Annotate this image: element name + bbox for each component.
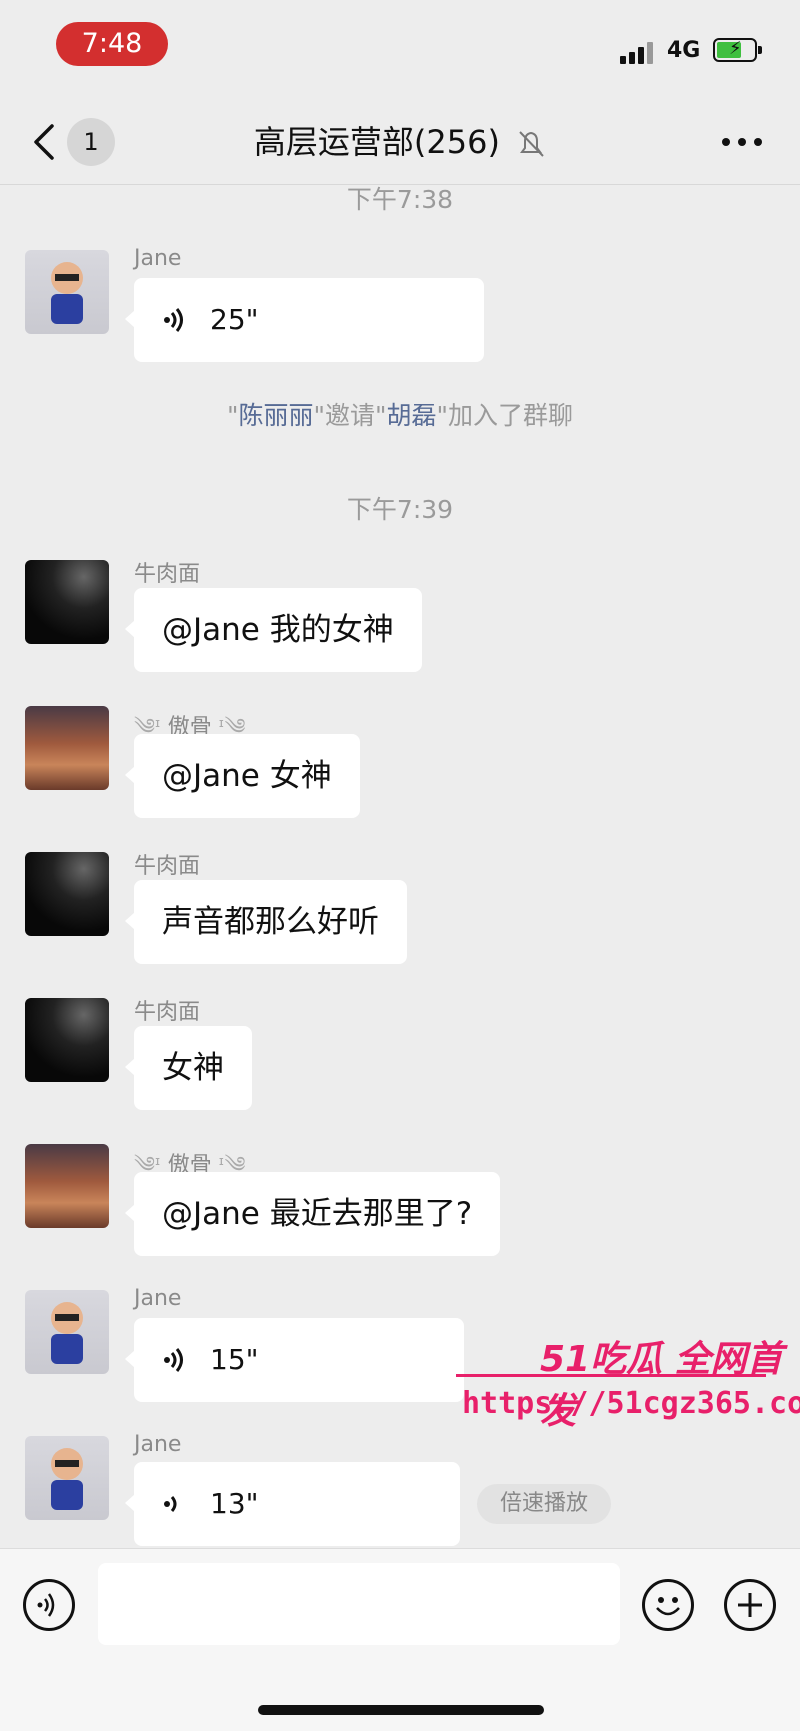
sender-name: 牛肉面 [134,562,201,587]
voice-duration: 25" [210,303,259,336]
text-message[interactable]: @Jane 我的女神 [125,588,422,672]
speed-play-button[interactable]: 倍速播放 [477,1484,611,1524]
avatar-aogu[interactable] [25,1144,109,1228]
voice-wave-icon [164,308,183,332]
text-message[interactable]: 声音都那么好听 [125,880,407,964]
avatar-jane[interactable] [25,1436,109,1520]
system-message: "陈丽丽"邀请"胡磊"加入了群聊 [226,401,574,430]
emoji-icon[interactable] [642,1579,694,1631]
message-input[interactable] [98,1563,620,1645]
more-menu-icon[interactable] [722,138,762,146]
timestamp: 下午7:38 [346,185,454,214]
text-message[interactable]: @Jane 最近去那里了? [124,1172,501,1256]
mute-bell-icon [519,131,544,157]
signal-icon [620,40,654,64]
sender-name: Jane [134,246,182,271]
input-bar [0,1548,800,1731]
watermark-url: https://51cgz365.com [462,1386,800,1421]
avatar-niuroumian[interactable] [25,998,109,1082]
inviter-name[interactable]: 陈丽丽 [238,401,313,430]
voice-wave-icon [164,1348,183,1372]
home-indicator [258,1705,544,1715]
group-name: 高层运营部(256) [253,123,500,161]
text-message[interactable]: @Jane 女神 [125,734,360,818]
text-message[interactable]: 女神 [125,1026,252,1110]
voice-message[interactable]: 25" [125,278,484,362]
sender-name: Jane [134,1286,182,1311]
voice-input-icon[interactable] [23,1579,75,1631]
avatar-jane[interactable] [25,1290,109,1374]
status-bar: 7:48 4G ⚡ [0,0,800,90]
timestamp: 下午7:39 [346,495,454,524]
avatar-jane[interactable] [25,250,109,334]
invitee-name[interactable]: 胡磊 [387,401,437,430]
plus-icon[interactable] [724,1579,776,1631]
voice-message[interactable]: 15" [125,1318,464,1402]
voice-wave-icon [164,1496,177,1512]
avatar-niuroumian[interactable] [25,852,109,936]
status-time: 7:48 [56,22,168,66]
voice-duration: 15" [210,1343,259,1376]
avatar-aogu[interactable] [25,706,109,790]
page-title: 高层运营部(256) [0,118,800,166]
sender-name: 牛肉面 [134,1000,201,1025]
sender-name: 牛肉面 [134,854,201,879]
avatar-niuroumian[interactable] [25,560,109,644]
network-type: 4G [667,38,701,63]
voice-duration: 13" [210,1487,259,1520]
sender-name: Jane [134,1432,182,1457]
battery-icon: ⚡ [713,38,762,62]
voice-message[interactable]: 13" [125,1462,460,1546]
watermark-divider [456,1374,766,1377]
